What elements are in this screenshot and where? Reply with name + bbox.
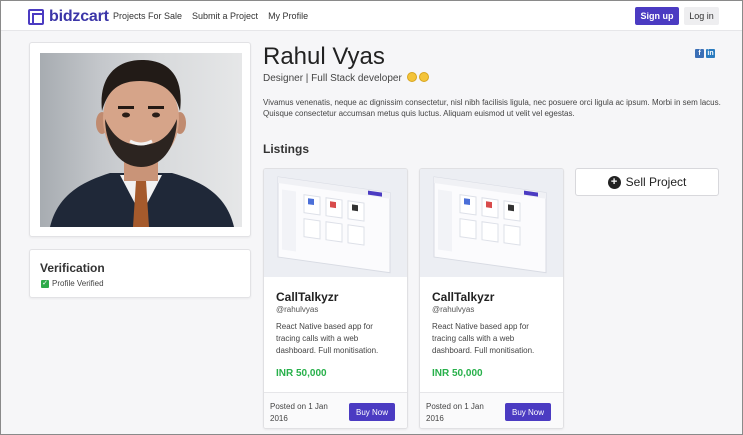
verification-status-label: Profile Verified (52, 279, 104, 288)
listing-price: INR 50,000 (432, 368, 483, 379)
emoji-icon (418, 72, 429, 82)
listing-thumbnail (264, 169, 407, 277)
nav-link-projects-for-sale[interactable]: Projects For Sale (113, 11, 182, 21)
nav-link-submit-project[interactable]: Submit a Project (192, 11, 258, 21)
buy-now-button[interactable]: Buy Now (349, 403, 395, 421)
logo-icon (28, 9, 44, 25)
listing-footer: Posted on 1 Jan 2016 Buy Now (420, 392, 563, 428)
facebook-icon[interactable]: f (695, 49, 704, 58)
listing-description: React Native based app for tracing calls… (432, 322, 535, 355)
nav-links: Projects For Sale Submit a Project My Pr… (113, 11, 308, 21)
brand-name: bidzcart (49, 8, 109, 25)
listing-card[interactable]: CallTalkyzr @rahulvyas React Native base… (263, 168, 408, 429)
sell-project-button[interactable]: + Sell Project (575, 168, 719, 196)
login-button[interactable]: Log in (684, 7, 719, 25)
listing-footer: Posted on 1 Jan 2016 Buy Now (264, 392, 407, 428)
listing-card[interactable]: CallTalkyzr @rahulvyas React Native base… (419, 168, 564, 429)
listing-price: INR 50,000 (276, 368, 327, 379)
brand-logo[interactable]: bidzcart (28, 8, 109, 26)
sell-project-label: Sell Project (625, 175, 687, 189)
listing-title[interactable]: CallTalkyzr (432, 290, 494, 304)
listing-title[interactable]: CallTalkyzr (276, 290, 338, 304)
checkbox-checked-icon: ✓ (41, 279, 49, 288)
navbar: bidzcart Projects For Sale Submit a Proj… (1, 1, 742, 31)
profile-photo-card (29, 42, 251, 237)
nav-link-my-profile[interactable]: My Profile (268, 11, 308, 21)
listing-user[interactable]: @rahulvyas (432, 305, 474, 314)
profile-bio: Vivamus venenatis, neque ac dignissim co… (263, 98, 721, 118)
social-links: f in (695, 49, 715, 58)
listing-description: React Native based app for tracing calls… (276, 322, 379, 355)
buy-now-button[interactable]: Buy Now (505, 403, 551, 421)
listings-heading: Listings (263, 142, 310, 156)
profile-role-text: Designer | Full Stack developer (263, 73, 402, 84)
verification-card: Verification ✓ Profile Verified (29, 249, 251, 298)
profile-photo (40, 53, 242, 227)
listing-posted-date: Posted on 1 Jan 2016 (426, 402, 484, 423)
listing-posted-date: Posted on 1 Jan 2016 (270, 402, 328, 423)
profile-role: Designer | Full Stack developer (263, 72, 429, 84)
listing-thumbnail (420, 169, 563, 277)
listing-user[interactable]: @rahulvyas (276, 305, 318, 314)
verification-status: ✓ Profile Verified (41, 279, 104, 288)
emoji-icon (406, 72, 417, 82)
signup-button[interactable]: Sign up (635, 7, 679, 25)
profile-name: Rahul Vyas (263, 43, 385, 70)
verification-title: Verification (40, 261, 105, 275)
linkedin-icon[interactable]: in (706, 49, 715, 58)
plus-circle-icon: + (607, 175, 621, 189)
